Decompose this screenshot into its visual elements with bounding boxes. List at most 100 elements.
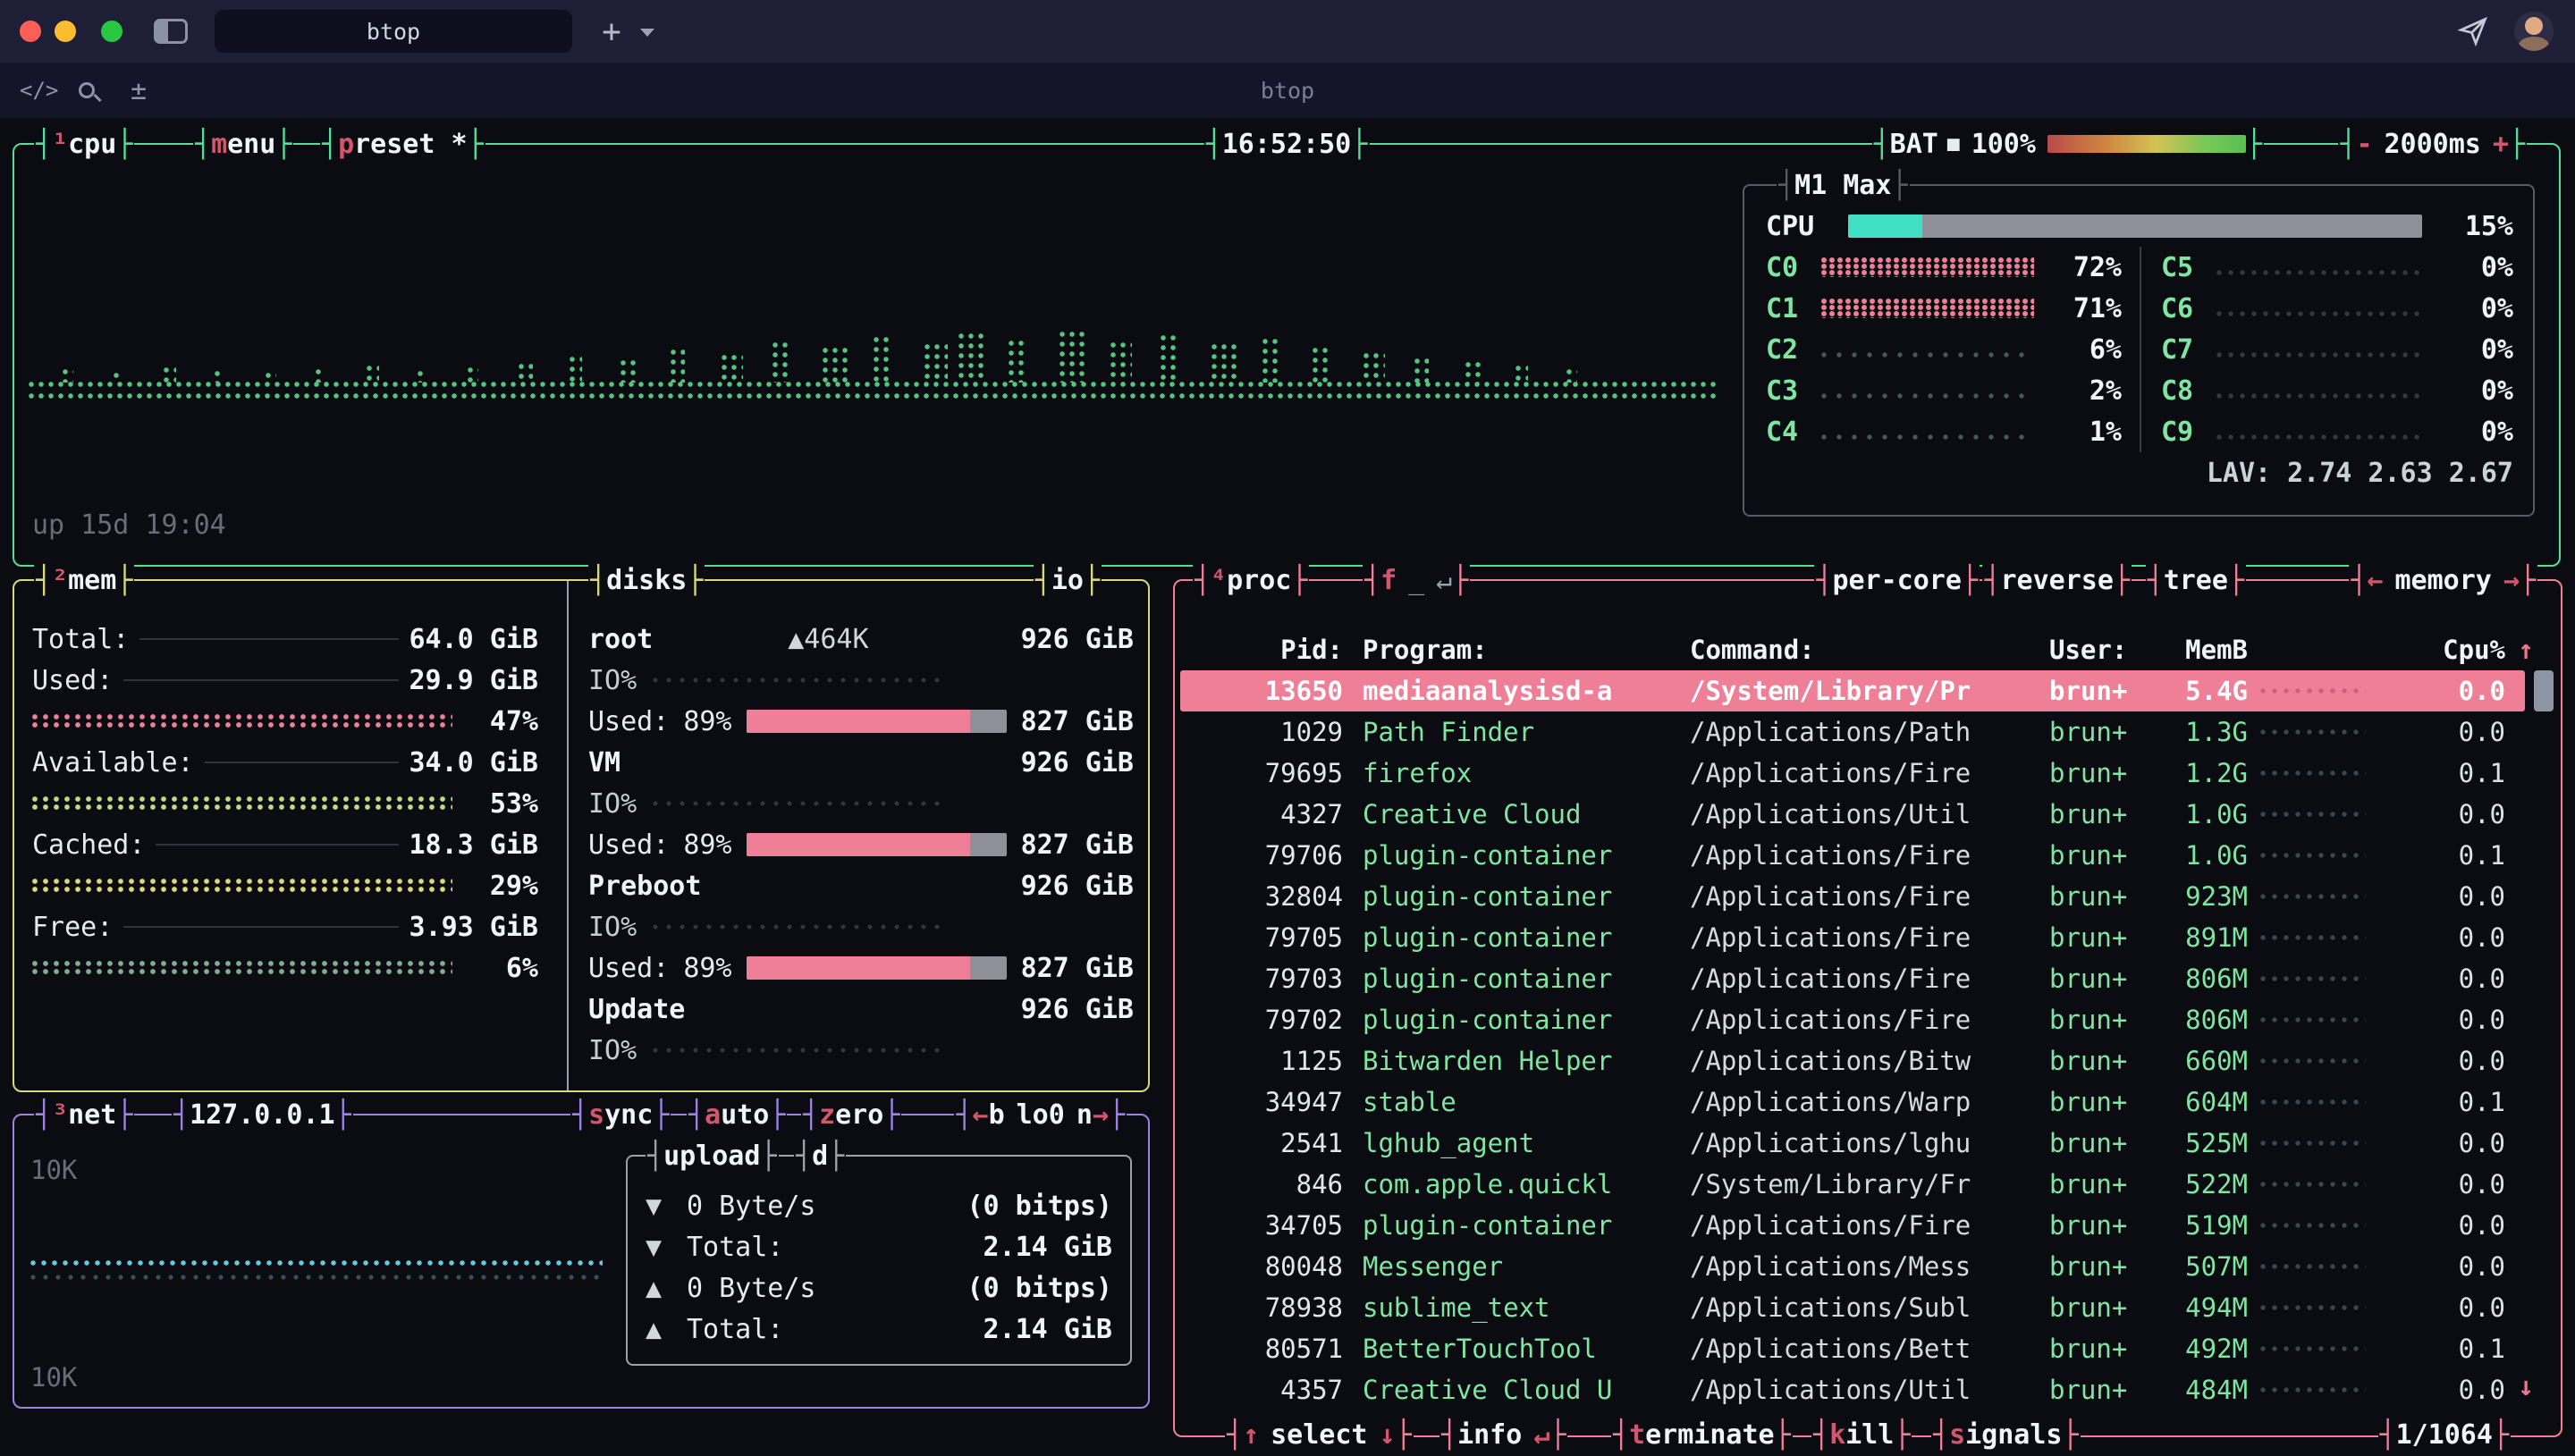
interval-increase-button[interactable]: + [2493, 129, 2509, 160]
core-label: C8 [2161, 375, 2216, 407]
process-row[interactable]: 32804 plugin-container /Applications/Fir… [1180, 876, 2525, 917]
mem-stat-percent: 47% [490, 706, 538, 737]
process-row[interactable]: 78938 sublime_text /Applications/Subl br… [1180, 1287, 2525, 1328]
header-user[interactable]: User: [2049, 635, 2158, 665]
new-tab-button[interactable]: + [590, 10, 633, 53]
process-row[interactable]: 79695 firefox /Applications/Fire brun+ 1… [1180, 753, 2525, 794]
leader-line [123, 679, 398, 681]
select-control[interactable]: ↑select↓ [1225, 1413, 1414, 1456]
proc-filter-button[interactable]: f_↵ [1363, 559, 1470, 602]
terminate-button[interactable]: terminate [1611, 1413, 1793, 1456]
process-memory-meter [2248, 1222, 2382, 1229]
per-core-toggle[interactable]: per-core [1814, 559, 1980, 602]
sidebar-toggle-icon[interactable] [154, 19, 188, 44]
disk-name: Preboot [588, 871, 701, 902]
process-cpu: 0.0 [2382, 676, 2525, 706]
net-stat-value: 2.14 GiB [984, 1314, 1113, 1345]
process-table-header: Pid: Program: Command: User: MemB Cpu% [1180, 629, 2525, 670]
process-row[interactable]: 79705 plugin-container /Applications/Fir… [1180, 917, 2525, 958]
process-user: brun+ [2049, 799, 2158, 829]
tree-toggle[interactable]: tree [2146, 559, 2246, 602]
sort-prev-icon[interactable]: ← [2367, 565, 2383, 596]
core-meter [1821, 299, 2034, 318]
process-cpu: 0.0 [2382, 1128, 2525, 1158]
interval-decrease-button[interactable]: - [2356, 129, 2372, 160]
net-d-key-button[interactable]: d [794, 1134, 846, 1177]
net-zero-button[interactable]: zero [801, 1093, 901, 1136]
cpu-core-panel: M1 Max CPU 15% [1743, 184, 2535, 517]
process-pid: 79703 [1191, 964, 1343, 994]
net-sync-button[interactable]: sync [570, 1093, 671, 1136]
process-row[interactable]: 79702 plugin-container /Applications/Fir… [1180, 999, 2525, 1040]
net-stat-label: 0 Byte/s [687, 1191, 816, 1222]
header-command[interactable]: Command: [1690, 635, 2049, 665]
select-up-icon[interactable]: ↑ [1243, 1419, 1259, 1451]
process-program: plugin-container [1363, 964, 1690, 994]
avatar[interactable] [2514, 12, 2554, 51]
process-row[interactable]: 846 com.apple.quickl /System/Library/Fr … [1180, 1164, 2525, 1205]
iface-next-icon[interactable]: → [1093, 1099, 1109, 1131]
fullscreen-button[interactable] [101, 21, 122, 42]
core-meter [1821, 340, 2034, 359]
cpu-graph-spike [1465, 361, 1483, 383]
process-row[interactable]: 80571 BetterTouchTool /Applications/Bett… [1180, 1328, 2525, 1369]
core-row: C9 0% [2161, 411, 2513, 452]
process-row[interactable]: 80048 Messenger /Applications/Mess brun+… [1180, 1246, 2525, 1287]
process-cpu: 0.1 [2382, 840, 2525, 871]
process-row[interactable]: 34947 stable /Applications/Warp brun+ 60… [1180, 1081, 2525, 1123]
tab-dropdown-chevron-icon[interactable] [640, 29, 654, 37]
header-memory[interactable]: MemB [2158, 635, 2248, 665]
signals-button[interactable]: signals [1931, 1413, 2081, 1456]
tab-btop[interactable]: btop [215, 10, 572, 53]
cpu-graph-spike [316, 368, 325, 383]
net-interface-switcher[interactable]: ←blo0n→ [954, 1093, 1127, 1136]
cpu-usage-graph [29, 311, 1718, 404]
preset-button[interactable]: preset * [320, 122, 485, 165]
kill-button[interactable]: kill [1811, 1413, 1912, 1456]
process-user: brun+ [2049, 1375, 2158, 1405]
mem-total-label: Total: [32, 624, 129, 655]
process-row[interactable]: 4357 Creative Cloud U /Applications/Util… [1180, 1369, 2525, 1410]
net-auto-button[interactable]: auto [687, 1093, 787, 1136]
scroll-up-icon[interactable]: ↑ [2518, 635, 2534, 666]
process-pid: 34705 [1191, 1210, 1343, 1241]
process-row[interactable]: 13650 mediaanalysisd-a /System/Library/P… [1180, 670, 2525, 711]
process-scrollbar-thumb[interactable] [2534, 670, 2554, 711]
process-memory-meter [2248, 770, 2382, 777]
disk-io-row: IO% [588, 1030, 1134, 1071]
scroll-down-icon[interactable]: ↓ [2518, 1371, 2534, 1402]
header-pid[interactable]: Pid: [1191, 635, 1343, 665]
sort-column-selector[interactable]: ←memory→ [2349, 559, 2537, 602]
header-cpu[interactable]: Cpu% [2382, 635, 2525, 665]
info-button[interactable]: info↵ [1439, 1413, 1567, 1456]
process-memory-meter [2248, 1098, 2382, 1106]
close-button[interactable] [20, 21, 41, 42]
net-stat-label: Total: [687, 1314, 783, 1345]
cpu-graph-spike [1009, 340, 1028, 383]
process-cpu: 0.0 [2382, 1210, 2525, 1241]
minimize-button[interactable] [55, 21, 76, 42]
header-program[interactable]: Program: [1363, 635, 1690, 665]
process-row[interactable]: 2541 lghub_agent /Applications/lghu brun… [1180, 1123, 2525, 1164]
share-icon[interactable] [2457, 15, 2489, 47]
process-row[interactable]: 34705 plugin-container /Applications/Fir… [1180, 1205, 2525, 1246]
core-meter [1821, 257, 2034, 277]
process-pid: 80048 [1191, 1251, 1343, 1282]
process-row[interactable]: 79703 plugin-container /Applications/Fir… [1180, 958, 2525, 999]
sort-next-icon[interactable]: → [2503, 565, 2520, 596]
process-row[interactable]: 4327 Creative Cloud /Applications/Util b… [1180, 794, 2525, 835]
process-row[interactable]: 1125 Bitwarden Helper /Applications/Bitw… [1180, 1040, 2525, 1081]
net-direction-icon: ▼ [646, 1232, 687, 1263]
reverse-toggle[interactable]: reverse [1982, 559, 2132, 602]
select-down-icon[interactable]: ↓ [1380, 1419, 1396, 1451]
disk-used-row: Used: 89% 827 GiB [588, 824, 1134, 865]
menu-button[interactable]: menu [193, 122, 293, 165]
process-row[interactable]: 79706 plugin-container /Applications/Fir… [1180, 835, 2525, 876]
io-toggle-button[interactable]: io [1034, 559, 1102, 602]
process-pid: 80571 [1191, 1334, 1343, 1364]
process-user: brun+ [2049, 964, 2158, 994]
process-program: mediaanalysisd-a [1363, 676, 1690, 706]
process-row[interactable]: 1029 Path Finder /Applications/Path brun… [1180, 711, 2525, 753]
iface-prev-icon[interactable]: ← [973, 1099, 989, 1131]
process-memory-meter [2248, 1263, 2382, 1270]
